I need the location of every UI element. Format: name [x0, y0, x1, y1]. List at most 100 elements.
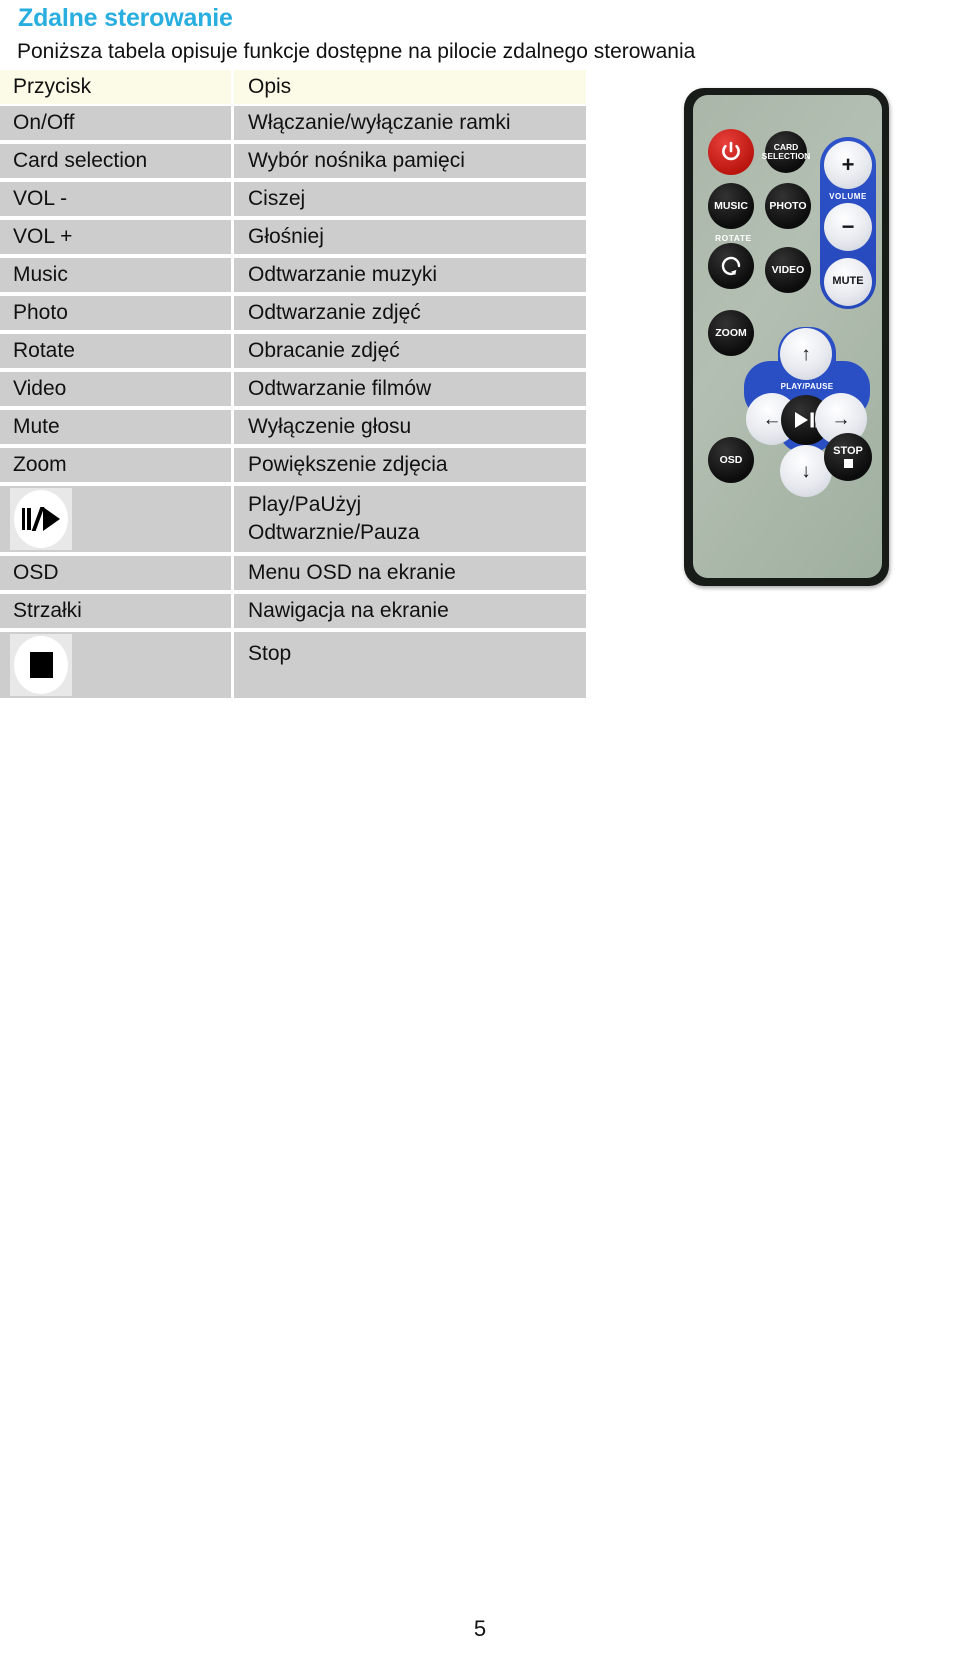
- description-line: Głośniej: [248, 225, 324, 248]
- intro-paragraph: Poniższa tabela opisuje funkcje dostępne…: [17, 40, 696, 63]
- play-pause-icon-wrapper: [10, 488, 72, 550]
- table-cell-button-icon: [0, 486, 231, 552]
- description-line: Odtwarznie/Pauza: [248, 521, 420, 544]
- remote-volume-up-button[interactable]: +: [824, 141, 872, 189]
- remote-photo-button[interactable]: PHOTO: [765, 183, 811, 229]
- description-line: Odtwarzanie filmów: [248, 377, 432, 400]
- play-pause-icon: [14, 490, 68, 548]
- rotate-icon: [721, 256, 741, 276]
- video-label: VIDEO: [771, 263, 805, 276]
- volume-up-label: +: [841, 151, 855, 177]
- stop-icon: [14, 636, 68, 694]
- table-row: Card selection Wybór nośnika pamięci: [0, 144, 586, 178]
- remote-rotate-button[interactable]: [708, 243, 754, 289]
- description-line: Stop: [248, 642, 292, 665]
- table-cell-description: Stop: [234, 632, 586, 698]
- table-row: Zoom Powiększenie zdjęcia: [0, 448, 586, 482]
- description-line: Obracanie zdjęć: [248, 339, 400, 362]
- table-cell-button: VOL +: [0, 220, 231, 254]
- remote-volume-down-button[interactable]: −: [824, 203, 872, 251]
- description-line: Ciszej: [248, 187, 306, 210]
- table-cell-button-icon: [0, 632, 231, 698]
- table-cell-button: OSD: [0, 556, 231, 590]
- table-row: Video Odtwarzanie filmów: [0, 372, 586, 406]
- table-cell-description: Play/PaUżyj Odtwarznie/Pauza: [234, 486, 586, 552]
- table-cell-description: Odtwarzanie filmów: [234, 372, 586, 406]
- table-cell-button: Strzałki: [0, 594, 231, 628]
- arrow-left-icon: ←: [762, 408, 782, 430]
- power-icon: [722, 141, 740, 161]
- table-cell-description: Wybór nośnika pamięci: [234, 144, 586, 178]
- table-cell-description: Powiększenie zdjęcia: [234, 448, 586, 482]
- remote-stop-button[interactable]: STOP: [824, 433, 872, 481]
- page-title: Zdalne sterowanie: [18, 4, 233, 32]
- table-cell-button: Video: [0, 372, 231, 406]
- remote-card-selection-button[interactable]: CARD SELECTION: [762, 131, 810, 173]
- table-row: Play/PaUżyj Odtwarznie/Pauza: [0, 486, 586, 552]
- column-header-button: Przycisk: [0, 70, 231, 104]
- remote-video-button[interactable]: VIDEO: [765, 247, 811, 293]
- remote-faceplate: CARD SELECTION + VOLUME − MUSIC PHOTO RO…: [693, 95, 882, 578]
- table-row: Mute Wyłączenie głosu: [0, 410, 586, 444]
- table-cell-description: Głośniej: [234, 220, 586, 254]
- table-cell-button: Card selection: [0, 144, 231, 178]
- card-selection-label-line2: SELECTION: [761, 151, 811, 161]
- table-header-row: Przycisk Opis: [0, 70, 586, 104]
- osd-label: OSD: [719, 453, 743, 466]
- table-row: Music Odtwarzanie muzyki: [0, 258, 586, 292]
- table-cell-description: Nawigacja na ekranie: [234, 594, 586, 628]
- remote-osd-button[interactable]: OSD: [708, 437, 754, 483]
- table-cell-description: Menu OSD na ekranie: [234, 556, 586, 590]
- photo-label: PHOTO: [769, 199, 807, 212]
- mute-label: MUTE: [832, 275, 864, 288]
- page-number: 5: [473, 1616, 487, 1641]
- table-row: Stop: [0, 632, 586, 698]
- table-cell-description: Wyłączenie głosu: [234, 410, 586, 444]
- description-line: Odtwarzanie muzyki: [248, 263, 438, 286]
- table-row: VOL - Ciszej: [0, 182, 586, 216]
- stop-icon-wrapper: [10, 634, 72, 696]
- table-cell-button: Mute: [0, 410, 231, 444]
- column-header-description-text: Opis: [248, 75, 292, 98]
- description-line: Wybór nośnika pamięci: [248, 149, 465, 172]
- table-body: On/Off Włączanie/wyłączanie ramki Card sel…: [0, 106, 586, 698]
- stop-square-icon: [843, 459, 853, 469]
- description-line: Play/PaUżyj: [248, 493, 362, 516]
- description-line: Wyłączenie głosu: [248, 415, 412, 438]
- table-row: Strzałki Nawigacja na ekranie: [0, 594, 586, 628]
- zoom-label: ZOOM: [715, 326, 747, 339]
- music-label: MUSIC: [714, 199, 748, 212]
- remote-zoom-button[interactable]: ZOOM: [708, 310, 754, 356]
- description-line: Powiększenie zdjęcia: [248, 453, 448, 476]
- description-line: Menu OSD na ekranie: [248, 561, 456, 584]
- table-row: Photo Odtwarzanie zdjęć: [0, 296, 586, 330]
- table-row: OSD Menu OSD na ekranie: [0, 556, 586, 590]
- remote-up-button[interactable]: ↑: [780, 328, 832, 380]
- column-header-description: Opis: [234, 70, 586, 104]
- description-line: Nawigacja na ekranie: [248, 599, 449, 622]
- table-cell-button: Photo: [0, 296, 231, 330]
- table-cell-description: Odtwarzanie zdjęć: [234, 296, 586, 330]
- table-cell-description: Odtwarzanie muzyki: [234, 258, 586, 292]
- stop-label: STOP: [833, 444, 863, 457]
- table-row: VOL + Głośniej: [0, 220, 586, 254]
- table-cell-button: Zoom: [0, 448, 231, 482]
- arrow-right-icon: →: [831, 408, 851, 430]
- remote-mute-button[interactable]: MUTE: [824, 258, 872, 306]
- table-cell-button: Music: [0, 258, 231, 292]
- table-cell-button: On/Off: [0, 106, 231, 140]
- remote-music-button[interactable]: MUSIC: [708, 183, 754, 229]
- volume-down-label: −: [841, 213, 855, 239]
- description-line: Włączanie/wyłączanie ramki: [248, 111, 511, 134]
- table-row: Rotate Obracanie zdjęć: [0, 334, 586, 368]
- remote-power-button[interactable]: [708, 129, 754, 175]
- description-line: Odtwarzanie zdjęć: [248, 301, 421, 324]
- remote-volume-label: VOLUME: [829, 192, 867, 201]
- remote-play-pause-label: PLAY/PAUSE: [780, 382, 834, 391]
- arrow-up-icon: ↑: [801, 343, 811, 365]
- table-row: On/Off Włączanie/wyłączanie ramki: [0, 106, 586, 140]
- table-cell-description: Obracanie zdjęć: [234, 334, 586, 368]
- remote-functions-table: Przycisk Opis On/Off Włączanie/wyłączanie…: [0, 70, 586, 702]
- table-cell-description: Włączanie/wyłączanie ramki: [234, 106, 586, 140]
- remote-rotate-label: ROTATE: [715, 233, 752, 243]
